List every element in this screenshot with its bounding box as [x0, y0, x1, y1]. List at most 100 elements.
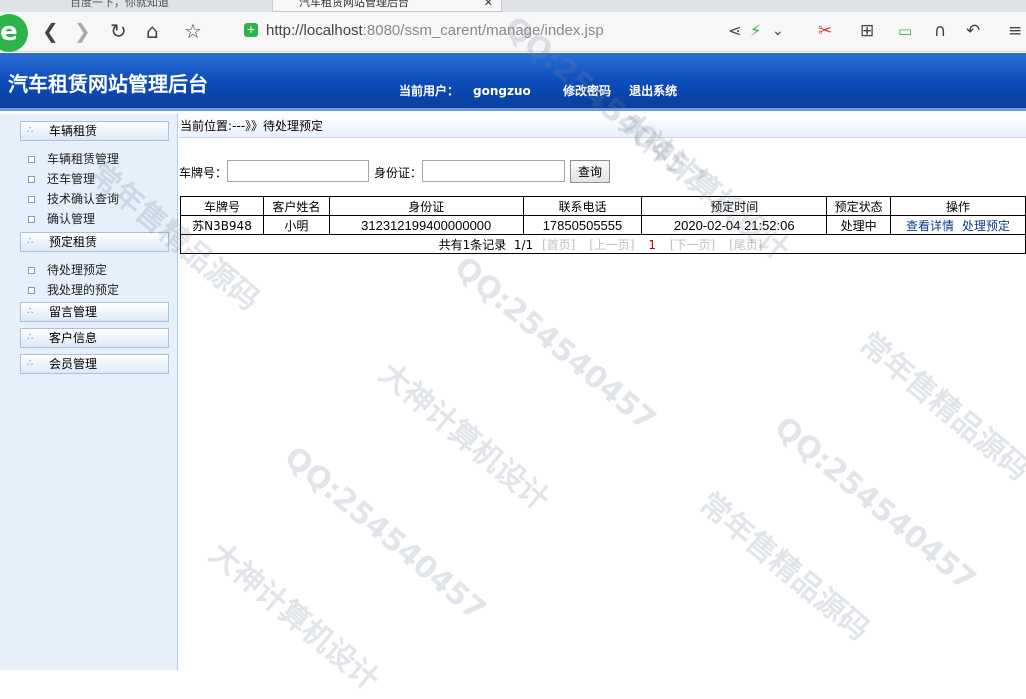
- sidebar-item-confirm[interactable]: 确认管理: [28, 210, 95, 227]
- breadcrumb: 当前位置:---》》待处理预定: [179, 114, 1026, 138]
- current-user: 当前用户： gongzuo: [399, 84, 531, 98]
- current-page: 1: [648, 237, 657, 252]
- bullet-icon: ∴: [27, 306, 34, 317]
- home-icon[interactable]: ⌂: [146, 20, 159, 42]
- sidebar-group-messages[interactable]: ∴ 留言管理: [20, 302, 169, 322]
- prev-page-link[interactable]: [上一页]: [589, 238, 634, 252]
- sidebar: ∴ 车辆租赁 车辆租赁管理 还车管理 技术确认查询 确认管理 ∴ 预定租赁 待处理预…: [0, 114, 178, 670]
- bullet-icon: ∴: [27, 236, 34, 247]
- sidebar-item-label: 待处理预定: [47, 263, 108, 277]
- menu-icon[interactable]: ≡: [1008, 20, 1022, 42]
- page-indicator: 1/1: [513, 237, 534, 252]
- view-detail-link[interactable]: 查看详情: [906, 219, 954, 233]
- browser-navbar: e ❮ ❯ ↻ ⌂ ☆ + http://localhost:8080/ssm_…: [0, 12, 1026, 52]
- chevron-down-icon[interactable]: ⌄: [772, 20, 784, 42]
- watermark: 常年售精品源码: [852, 326, 1026, 488]
- address-bar[interactable]: + http://localhost:8080/ssm_carent/manag…: [234, 18, 714, 46]
- watermark: QQ:254540457: [767, 410, 983, 599]
- handle-reservation-link[interactable]: 处理预定: [962, 219, 1010, 233]
- star-icon[interactable]: ☆: [184, 20, 202, 42]
- plate-label: 车牌号：: [179, 166, 228, 180]
- item-box-icon: [28, 267, 35, 274]
- pager-row: 共有1条记录 1/1 [首页] [上一页] 1 [下一页] [尾页]: [180, 234, 1026, 254]
- item-box-icon: [28, 176, 35, 183]
- undo-icon[interactable]: ↶: [966, 20, 980, 42]
- change-password-link[interactable]: 修改密码: [563, 84, 611, 98]
- col-header: 操作: [890, 196, 1026, 216]
- sidebar-item-label: 还车管理: [47, 172, 96, 186]
- sidebar-item-label: 确认管理: [47, 212, 96, 226]
- col-header: 预定时间: [641, 196, 828, 216]
- cell-time: 2020-02-04 21:52:06: [641, 215, 828, 235]
- battery-icon[interactable]: ▭: [898, 20, 912, 42]
- sidebar-item-label: 技术确认查询: [47, 192, 120, 206]
- item-box-icon: [28, 216, 35, 223]
- sidebar-item-label: 车辆租赁管理: [47, 152, 120, 166]
- site-header: 汽车租赁网站管理后台 当前用户： gongzuo 修改密码 退出系统: [0, 53, 1026, 111]
- table-header-row: 车牌号 客户姓名 身份证 联系电话 预定时间 预定状态 操作: [180, 196, 1026, 216]
- refresh-icon[interactable]: ↻: [110, 20, 127, 42]
- lightning-icon[interactable]: ⚡: [750, 20, 761, 42]
- next-page-link[interactable]: [下一页]: [670, 238, 715, 252]
- first-page-link[interactable]: [首页]: [542, 238, 575, 252]
- cell-name: 小明: [262, 215, 330, 235]
- watermark: 大神计算机设计: [372, 356, 556, 518]
- col-header: 联系电话: [522, 196, 643, 216]
- sidebar-item-return[interactable]: 还车管理: [28, 170, 95, 187]
- close-icon[interactable]: ✕: [484, 0, 493, 9]
- table-row: 苏N3B948 小明 312312199400000000 1785050555…: [180, 215, 1026, 235]
- watermark: QQ:254540457: [447, 250, 663, 439]
- share-icon[interactable]: ⋖: [728, 20, 741, 42]
- tab-title: 汽车租赁网站管理后台: [299, 0, 409, 9]
- plate-input[interactable]: [227, 160, 369, 182]
- sidebar-group-reservation[interactable]: ∴ 预定租赁: [20, 232, 169, 252]
- apps-icon[interactable]: ⊞: [860, 20, 874, 42]
- sidebar-item-pending[interactable]: 待处理预定: [28, 261, 107, 278]
- watermark: 常年售精品源码: [692, 486, 876, 648]
- sidebar-item-tech-check[interactable]: 技术确认查询: [28, 190, 119, 207]
- item-box-icon: [28, 196, 35, 203]
- sidebar-item-rental-manage[interactable]: 车辆租赁管理: [28, 150, 119, 167]
- browser-logo-icon: e: [0, 14, 28, 52]
- sidebar-group-members[interactable]: ∴ 会员管理: [20, 354, 169, 374]
- last-page-link[interactable]: [尾页]: [729, 238, 762, 252]
- browser-tabstrip: 百度一下，你就知道 汽车租赁网站管理后台 ✕: [0, 0, 1026, 12]
- item-box-icon: [28, 156, 35, 163]
- item-box-icon: [28, 287, 35, 294]
- bullet-icon: ∴: [27, 358, 34, 369]
- cell-id-card: 312312199400000000: [328, 215, 524, 235]
- headphones-icon[interactable]: ∩: [934, 20, 946, 42]
- header-links: 当前用户： gongzuo 修改密码 退出系统: [399, 82, 691, 99]
- watermark: 大神计算机设计: [202, 536, 386, 698]
- sidebar-item-label: 我处理的预定: [47, 283, 120, 297]
- sidebar-group-car-rental[interactable]: ∴ 车辆租赁: [20, 121, 169, 141]
- forward-icon[interactable]: ❯: [74, 20, 91, 42]
- browser-tab-baidu[interactable]: 百度一下，你就知道: [40, 0, 240, 12]
- site-title: 汽车租赁网站管理后台: [8, 72, 208, 96]
- sidebar-group-label: 车辆租赁: [49, 124, 98, 138]
- browser-tab-active[interactable]: 汽车租赁网站管理后台 ✕: [272, 0, 502, 12]
- sidebar-group-label: 预定租赁: [49, 235, 98, 249]
- sidebar-group-label: 会员管理: [49, 357, 98, 371]
- col-header: 身份证: [328, 196, 524, 216]
- url-text[interactable]: http://localhost:8080/ssm_carent/manage/…: [266, 22, 604, 39]
- reservation-table: 车牌号 客户姓名 身份证 联系电话 预定时间 预定状态 操作 苏N3B948 小…: [180, 196, 1026, 254]
- back-icon[interactable]: ❮: [42, 20, 59, 42]
- scissors-icon[interactable]: ✂: [818, 20, 832, 42]
- col-header: 预定状态: [826, 196, 892, 216]
- search-button[interactable]: 查询: [570, 160, 610, 183]
- logout-link[interactable]: 退出系统: [629, 84, 677, 98]
- col-header: 车牌号: [180, 196, 264, 216]
- cell-plate: 苏N3B948: [180, 215, 264, 235]
- bullet-icon: ∴: [27, 125, 34, 136]
- cell-actions: 查看详情 处理预定: [890, 215, 1026, 235]
- id-card-label: 身份证：: [374, 166, 423, 180]
- sidebar-group-label: 留言管理: [49, 305, 98, 319]
- sidebar-item-my-handled[interactable]: 我处理的预定: [28, 281, 119, 298]
- secure-icon: +: [244, 23, 258, 37]
- col-header: 客户姓名: [262, 196, 330, 216]
- watermark: QQ:254540457: [277, 440, 493, 629]
- id-card-input[interactable]: [422, 160, 565, 182]
- sidebar-group-customers[interactable]: ∴ 客户信息: [20, 328, 169, 348]
- cell-phone: 17850505555: [522, 215, 643, 235]
